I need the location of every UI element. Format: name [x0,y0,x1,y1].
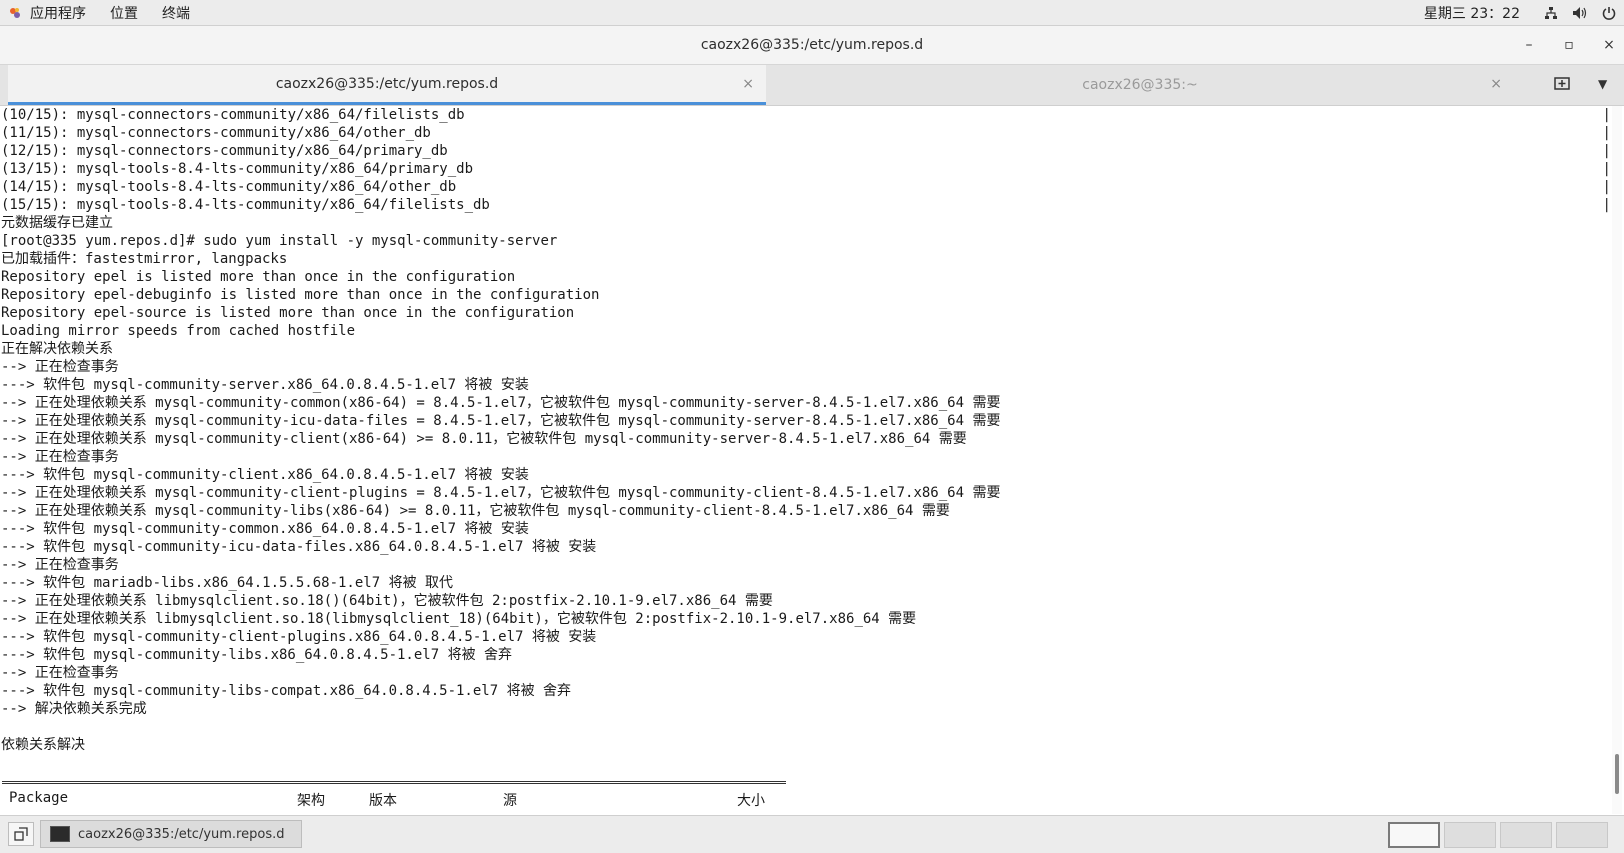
terminal-line: ---> 软件包 mysql-community-icu-data-files.… [1,539,597,555]
workspace-2[interactable] [1444,822,1496,848]
terminal-line: --> 正在检查事务 [1,449,119,465]
app-menu-bar: 应用程序 位置 终端 [0,0,202,25]
col-size: 大小 [737,793,765,809]
terminal-line: Repository epel-debuginfo is listed more… [1,287,600,303]
show-desktop-icon [14,827,28,841]
menu-applications[interactable]: 应用程序 [18,3,98,23]
top-panel: 应用程序 位置 终端 星期三 23：22 [0,0,1624,26]
terminal-line: --> 正在处理依赖关系 mysql-community-libs(x86-64… [1,503,950,519]
close-button[interactable]: × [1602,37,1616,53]
terminal-line: --> 正在处理依赖关系 libmysqlclient.so.18(libmys… [1,611,917,627]
terminal-line: ---> 软件包 mysql-community-client-plugins.… [1,629,597,645]
window-title: caozx26@335:/etc/yum.repos.d [700,37,924,53]
taskbar-terminal-item[interactable]: caozx26@335:/etc/yum.repos.d [40,820,302,848]
tab-menu-chevron-down-icon[interactable]: ▼ [1598,77,1607,91]
workspace-1[interactable] [1388,822,1440,848]
minimize-button[interactable]: – [1522,37,1536,53]
terminal-line: 元数据缓存已建立 [1,215,113,231]
terminal-line: --> 正在处理依赖关系 libmysqlclient.so.18()(64bi… [1,593,773,609]
terminal-line: --> 正在处理依赖关系 mysql-community-icu-data-fi… [1,413,1001,429]
terminal-line: 正在解决依赖关系 [1,341,113,357]
terminal-line: --> 正在检查事务 [1,557,119,573]
power-icon[interactable] [1602,6,1616,20]
terminal-line: (13/15): mysql-tools-8.4-lts-community/x… [1,161,1610,177]
workspace-3[interactable] [1500,822,1552,848]
network-icon[interactable] [1544,6,1558,20]
terminal-line: ---> 软件包 mysql-community-server.x86_64.0… [1,377,529,393]
tab-home[interactable]: caozx26@335:~ × [766,65,1514,105]
terminal-line: (10/15): mysql-connectors-community/x86_… [1,107,1610,123]
terminal-line: [root@335 yum.repos.d]# sudo yum install… [1,233,558,249]
terminal-line: --> 正在检查事务 [1,665,119,681]
terminal-line: ---> 软件包 mysql-community-client.x86_64.0… [1,467,529,483]
menu-terminal[interactable]: 终端 [150,3,202,23]
terminal-line: --> 正在检查事务 [1,359,119,375]
clock[interactable]: 星期三 23：22 [1424,3,1520,23]
new-tab-icon[interactable] [1554,75,1570,91]
scrollbar-thumb[interactable] [1615,754,1619,794]
terminal-line: --> 正在处理依赖关系 mysql-community-common(x86-… [1,395,1001,411]
window-titlebar[interactable]: caozx26@335:/etc/yum.repos.d – ▫ × [0,26,1624,65]
col-version: 版本 [369,793,397,809]
table-separator [2,781,786,784]
tab-close-icon[interactable]: × [742,76,754,92]
terminal-line: ---> 软件包 mysql-community-libs-compat.x86… [1,683,572,699]
volume-icon[interactable] [1572,6,1588,20]
terminal-output[interactable]: (10/15): mysql-connectors-community/x86_… [0,106,1610,814]
terminal-line: (15/15): mysql-tools-8.4-lts-community/x… [1,197,1610,213]
terminal-icon [50,826,70,842]
show-desktop-button[interactable] [8,822,34,846]
terminal-line: ---> 软件包 mariadb-libs.x86_64.1.5.5.68-1.… [1,575,454,591]
tab-close-icon[interactable]: × [1490,76,1502,92]
terminal-line: Repository epel is listed more than once… [1,269,516,285]
tab-yum-repos[interactable]: caozx26@335:/etc/yum.repos.d × [8,65,766,105]
package-table-header: Package 架构 版本 源 大小 [0,790,800,810]
workspace-4[interactable] [1556,822,1608,848]
window-controls: – ▫ × [1522,26,1616,64]
terminal-line: 已加载插件：fastestmirror, langpacks [1,251,288,267]
terminal-line: --> 正在处理依赖关系 mysql-community-client-plug… [1,485,1001,501]
terminal-line: --> 正在处理依赖关系 mysql-community-client(x86-… [1,431,967,447]
system-tray: 星期三 23：22 [1424,0,1616,25]
taskbar-terminal-label: caozx26@335:/etc/yum.repos.d [78,826,285,842]
tab-label: caozx26@335:~ [1082,77,1198,93]
tab-bar: caozx26@335:/etc/yum.repos.d × caozx26@3… [0,65,1624,106]
col-repo: 源 [503,793,517,809]
terminal-line: (12/15): mysql-connectors-community/x86_… [1,143,1610,159]
tab-label: caozx26@335:/etc/yum.repos.d [275,75,499,92]
menu-places[interactable]: 位置 [98,3,150,23]
terminal-line: (14/15): mysql-tools-8.4-lts-community/x… [1,179,1610,195]
terminal-line: Repository epel-source is listed more th… [1,305,575,321]
terminal-scrollbar[interactable] [1612,106,1622,814]
bottom-taskbar: caozx26@335:/etc/yum.repos.d [0,815,1624,853]
terminal-line: ---> 软件包 mysql-community-common.x86_64.0… [1,521,529,537]
terminal-line: 依赖关系解决 [1,737,85,753]
col-arch: 架构 [297,793,325,809]
terminal-line: (11/15): mysql-connectors-community/x86_… [1,125,1610,141]
terminal-line: Loading mirror speeds from cached hostfi… [1,323,356,339]
col-package: Package [9,790,69,806]
terminal-line: --> 解决依赖关系完成 [1,701,147,717]
maximize-button[interactable]: ▫ [1562,37,1576,53]
terminal-line: ---> 软件包 mysql-community-libs.x86_64.0.8… [1,647,513,663]
